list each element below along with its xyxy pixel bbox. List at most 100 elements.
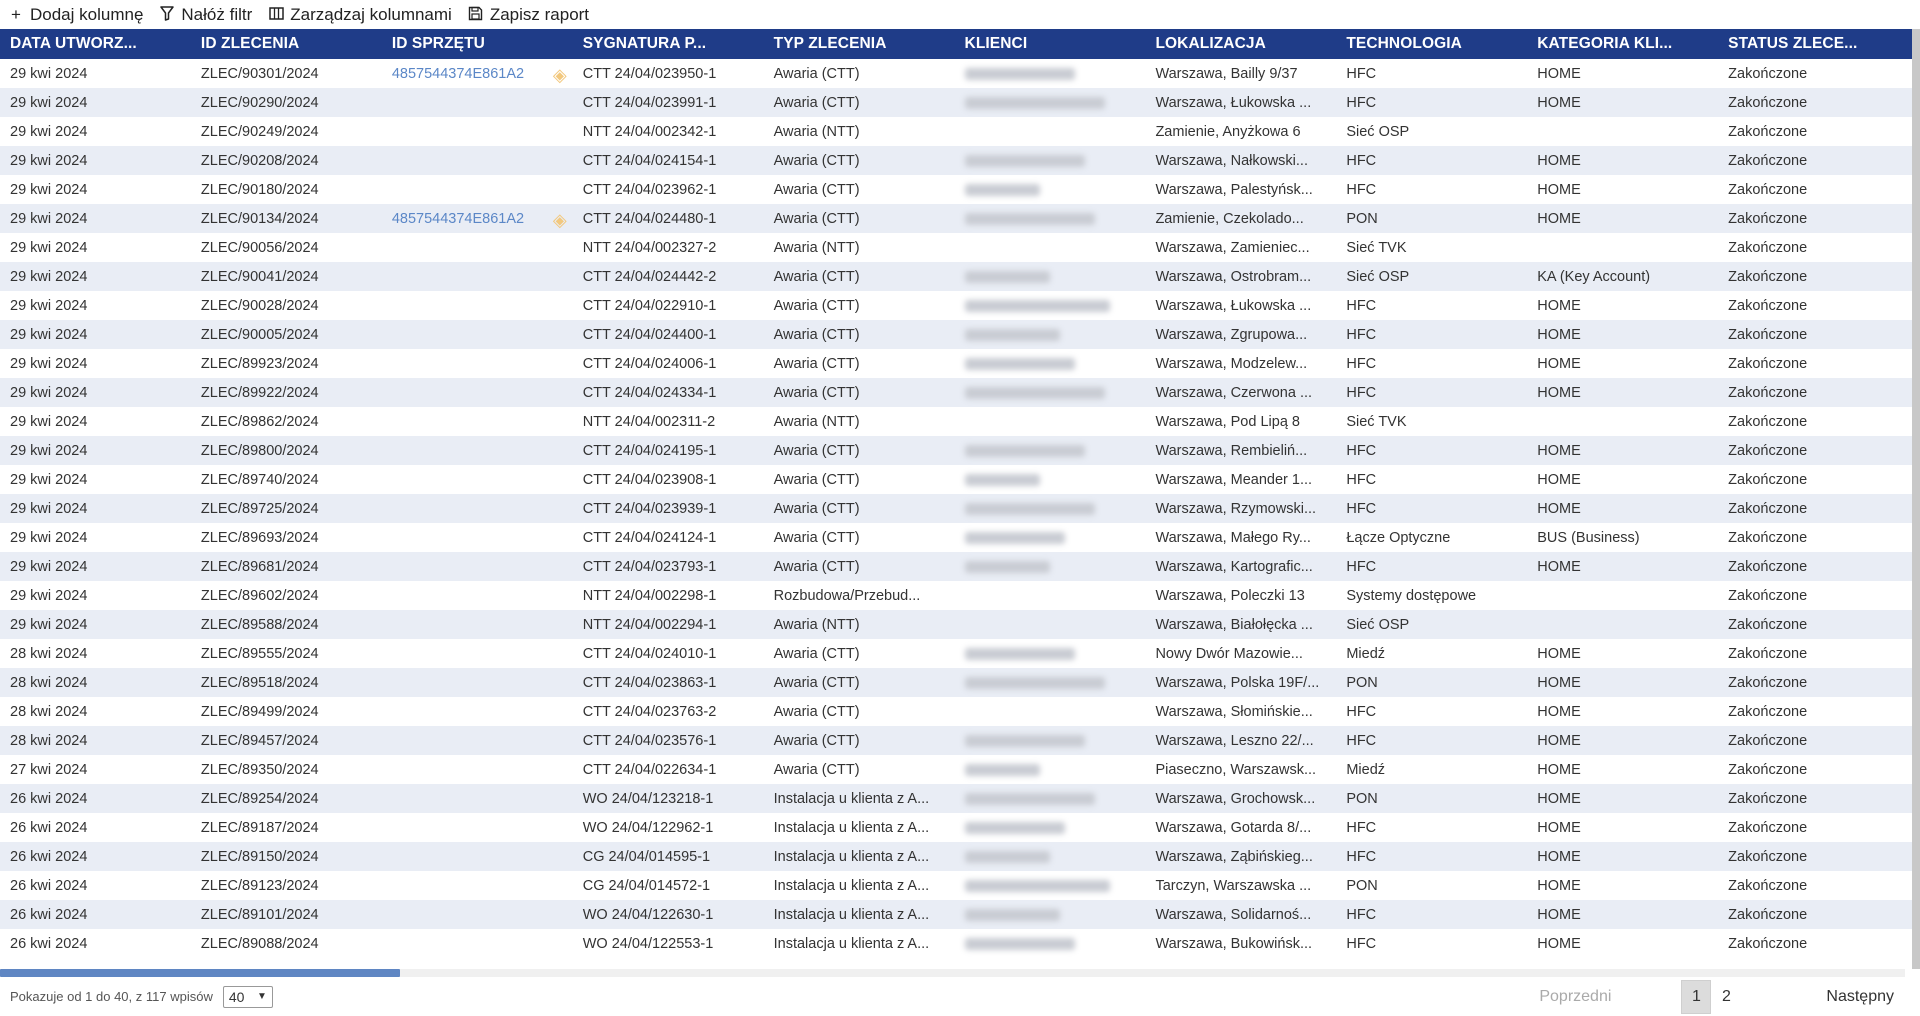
cell-equipment-id xyxy=(381,494,573,523)
cell-equipment-id xyxy=(382,929,573,958)
table-row[interactable]: 28 kwi 2024 ZLEC/89499/2024 CTT 24/04/0237… xyxy=(0,697,1912,726)
table-row[interactable]: 29 kwi 2024 ZLEC/90301/2024 4857544374E861… xyxy=(0,59,1912,88)
cell-location: Warszawa, Zamieniec... xyxy=(1155,239,1310,256)
cell-status: Zakończone xyxy=(1728,297,1808,314)
cell-equipment-id[interactable]: 4857544374E861A2 ◈ xyxy=(381,204,573,233)
table-row[interactable]: 29 kwi 2024 ZLEC/89602/2024 NTT 24/04/0022… xyxy=(0,581,1912,610)
cell-location: Warszawa, Rzymowski... xyxy=(1145,494,1337,523)
cell-category: HOME xyxy=(1527,320,1719,349)
equipment-link[interactable]: 4857544374E861A2 xyxy=(392,211,524,227)
cell-technology: HFC xyxy=(1336,842,1528,871)
column-header-clients[interactable]: KLIENCI xyxy=(954,29,1146,59)
column-header-order-id[interactable]: ID ZLECENIA xyxy=(190,29,382,59)
cell-signature: NTT 24/04/002298-1 xyxy=(582,587,717,604)
cell-signature: NTT 24/04/002327-2 xyxy=(582,239,717,256)
column-header-client-category[interactable]: KATEGORIA KLI... xyxy=(1527,29,1719,59)
table-row[interactable]: 29 kwi 2024 ZLEC/90041/2024 CTT 24/04/0244… xyxy=(0,262,1912,291)
cell-workers xyxy=(1909,465,1912,494)
cell-technology: PON xyxy=(1346,877,1378,894)
cell-client xyxy=(954,320,1146,349)
cell-category: HOME xyxy=(1537,761,1581,778)
add-column-button[interactable]: + Dodaj kolumnę xyxy=(8,5,143,25)
cell-client xyxy=(955,233,1146,262)
entries-info: Pokazuje od 1 do 40, z 117 wpisów xyxy=(10,989,213,1004)
cell-order-type: Awaria (CTT) xyxy=(773,297,860,314)
cell-order-type: Awaria (CTT) xyxy=(763,726,955,755)
table-row[interactable]: 29 kwi 2024 ZLEC/90208/2024 CTT 24/04/0241… xyxy=(0,146,1912,175)
table-row[interactable]: 26 kwi 2024 ZLEC/89088/2024 WO 24/04/12255… xyxy=(0,929,1912,958)
cell-category xyxy=(1527,610,1719,639)
table-row[interactable]: 29 kwi 2024 ZLEC/90028/2024 CTT 24/04/0229… xyxy=(0,291,1912,320)
column-header-order-type[interactable]: TYP ZLECENIA xyxy=(763,29,955,59)
table-row[interactable]: 29 kwi 2024 ZLEC/90005/2024 CTT 24/04/0244… xyxy=(0,320,1912,349)
cell-signature: CTT 24/04/022910-1 xyxy=(582,297,717,314)
warning-icon: ◈ xyxy=(552,65,567,85)
redacted-client-name xyxy=(964,96,1105,109)
table-row[interactable]: 26 kwi 2024 ZLEC/89101/2024 WO 24/04/12263… xyxy=(0,900,1912,929)
cell-location: Warszawa, Gotarda 8/... xyxy=(1155,819,1312,836)
cell-order-id: ZLEC/89187/2024 xyxy=(200,819,319,836)
page-size-select[interactable]: 40 ▼ xyxy=(222,985,273,1008)
column-header-equipment-id[interactable]: ID SPRZĘTU xyxy=(381,29,573,59)
column-header-technology[interactable]: TECHNOLOGIA xyxy=(1336,29,1528,59)
cell-category: HOME xyxy=(1527,88,1719,117)
next-page-button[interactable]: Następny xyxy=(1826,988,1894,1006)
table-row[interactable]: 26 kwi 2024 ZLEC/89150/2024 CG 24/04/01459… xyxy=(0,842,1912,871)
table-row[interactable]: 29 kwi 2024 ZLEC/89681/2024 CTT 24/04/0237… xyxy=(0,552,1912,581)
horizontal-scrollbar[interactable] xyxy=(0,969,1905,977)
cell-date: 29 kwi 2024 xyxy=(10,123,88,140)
cell-signature: CTT 24/04/024400-1 xyxy=(572,320,764,349)
table-row[interactable]: 29 kwi 2024 ZLEC/89725/2024 CTT 24/04/0239… xyxy=(0,494,1912,523)
table-row[interactable]: 29 kwi 2024 ZLEC/89922/2024 CTT 24/04/0243… xyxy=(0,378,1912,407)
cell-order-id: ZLEC/90041/2024 xyxy=(190,262,382,291)
table-row[interactable]: 29 kwi 2024 ZLEC/89740/2024 CTT 24/04/0239… xyxy=(0,465,1912,494)
table-row[interactable]: 28 kwi 2024 ZLEC/89518/2024 CTT 24/04/0238… xyxy=(0,668,1912,697)
column-header-workers[interactable]: PRACOWNICY xyxy=(1909,29,1912,59)
table-row[interactable]: 28 kwi 2024 ZLEC/89555/2024 CTT 24/04/0240… xyxy=(0,639,1912,668)
table-row[interactable]: 29 kwi 2024 ZLEC/90056/2024 NTT 24/04/0023… xyxy=(0,233,1912,262)
column-header-location[interactable]: LOKALIZACJA xyxy=(1145,29,1337,59)
table-row[interactable]: 27 kwi 2024 ZLEC/89350/2024 CTT 24/04/0226… xyxy=(0,755,1912,784)
cell-location: Warszawa, Solidarnoś... xyxy=(1145,900,1337,929)
table-row[interactable]: 29 kwi 2024 ZLEC/90134/2024 4857544374E861… xyxy=(0,204,1912,233)
cell-client xyxy=(955,523,1146,552)
table-row[interactable]: 29 kwi 2024 ZLEC/90290/2024 CTT 24/04/0239… xyxy=(0,88,1912,117)
pagination: Poprzedni 1 2 Następny xyxy=(1539,977,1920,1016)
table-row[interactable]: 29 kwi 2024 ZLEC/89862/2024 NTT 24/04/0023… xyxy=(0,407,1912,436)
manage-columns-button[interactable]: Zarządzaj kolumnami xyxy=(268,5,452,25)
page-button-2[interactable]: 2 xyxy=(1711,980,1741,1014)
table-row[interactable]: 29 kwi 2024 ZLEC/89693/2024 CTT 24/04/0241… xyxy=(0,523,1912,552)
cell-signature: CTT 24/04/023991-1 xyxy=(572,88,764,117)
table-row[interactable]: 26 kwi 2024 ZLEC/89123/2024 CG 24/04/01457… xyxy=(0,871,1912,900)
cell-order-type: Awaria (CTT) xyxy=(773,529,860,546)
cell-equipment-id[interactable]: 4857544374E861A2 ◈ xyxy=(382,59,573,88)
column-header-signature[interactable]: SYGNATURA P... xyxy=(572,29,764,59)
table-row[interactable]: 29 kwi 2024 ZLEC/90180/2024 CTT 24/04/0239… xyxy=(0,175,1912,204)
save-report-button[interactable]: Zapisz raport xyxy=(468,5,589,25)
cell-signature: CTT 24/04/023939-1 xyxy=(572,494,764,523)
cell-category: HOME xyxy=(1527,436,1719,465)
table-row[interactable]: 29 kwi 2024 ZLEC/89588/2024 NTT 24/04/0022… xyxy=(0,610,1912,639)
table-row[interactable]: 29 kwi 2024 ZLEC/89800/2024 CTT 24/04/0241… xyxy=(0,436,1912,465)
cell-order-type: Instalacja u klienta z A... xyxy=(763,784,955,813)
cell-workers xyxy=(1909,755,1912,784)
cell-location: Nowy Dwór Mazowie... xyxy=(1155,645,1303,662)
table-row[interactable]: 29 kwi 2024 ZLEC/89923/2024 CTT 24/04/0240… xyxy=(0,349,1912,378)
table-row[interactable]: 26 kwi 2024 ZLEC/89254/2024 WO 24/04/12321… xyxy=(0,784,1912,813)
column-header-order-status[interactable]: STATUS ZLECE... xyxy=(1718,29,1910,59)
cell-category: HOME xyxy=(1527,726,1719,755)
scrollbar-thumb[interactable] xyxy=(0,969,400,977)
redacted-client-name xyxy=(964,502,1095,515)
equipment-link[interactable]: 4857544374E861A2 xyxy=(392,66,524,82)
column-header-date[interactable]: DATA UTWORZ... xyxy=(0,29,191,59)
cell-order-id: ZLEC/90301/2024 xyxy=(200,65,319,82)
cell-equipment-id xyxy=(381,320,573,349)
table-row[interactable]: 29 kwi 2024 ZLEC/90249/2024 NTT 24/04/0023… xyxy=(0,117,1912,146)
table-row[interactable]: 26 kwi 2024 ZLEC/89187/2024 WO 24/04/12296… xyxy=(0,813,1912,842)
table-row[interactable]: 28 kwi 2024 ZLEC/89457/2024 CTT 24/04/0235… xyxy=(0,726,1912,755)
cell-order-type: Awaria (CTT) xyxy=(763,436,955,465)
cell-status: Zakończone xyxy=(1718,842,1910,871)
page-button-1[interactable]: 1 xyxy=(1681,979,1712,1014)
apply-filter-button[interactable]: Nałóż filtr xyxy=(159,5,252,25)
previous-page-button[interactable]: Poprzedni xyxy=(1539,988,1611,1006)
